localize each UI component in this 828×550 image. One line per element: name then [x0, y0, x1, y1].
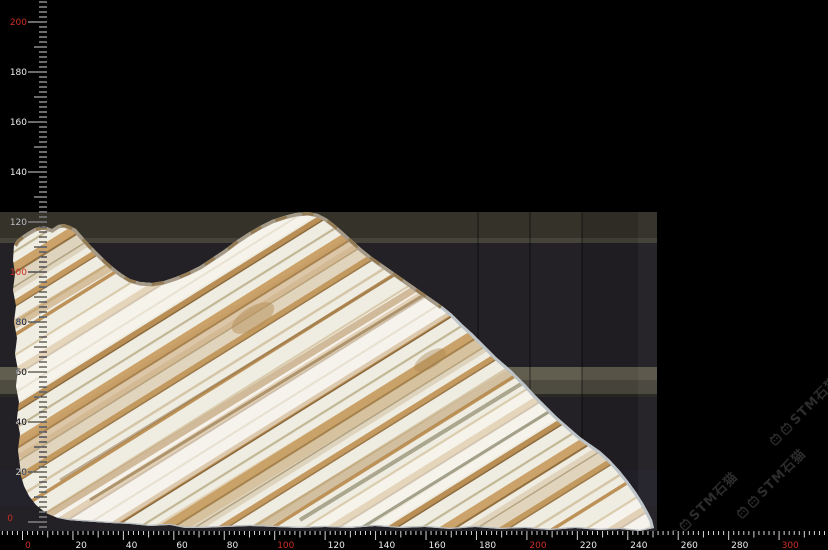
bed-seam [529, 212, 531, 531]
bed-edge-column [638, 212, 657, 531]
bottom-ruler-strip [0, 531, 828, 550]
ruler-label: 160 [10, 118, 27, 128]
bed-band-top-edge [0, 238, 657, 243]
scan-bed [0, 212, 657, 531]
ruler-label: 200 [10, 18, 27, 28]
bed-band-mid-edge [0, 394, 657, 397]
bed-band-mid-light [0, 367, 657, 380]
watermark-text: STM石猫 [752, 444, 809, 501]
watermark-text: STM石猫 [684, 467, 741, 524]
scanner-viewport: STM石猫STM石猫STM石猫 204060801201401601802202… [0, 0, 828, 550]
watermark-text: STM石猫 [785, 371, 828, 428]
bed-band-top [0, 212, 657, 238]
ruler-label: 180 [10, 68, 27, 78]
bed-seam [477, 212, 479, 531]
watermark: STM石猫 [731, 444, 810, 523]
watermark: STM石猫 [764, 371, 828, 450]
bed-band-mid-dark [0, 380, 657, 394]
bed-band-low [0, 470, 657, 506]
ruler-label: 140 [10, 168, 27, 178]
